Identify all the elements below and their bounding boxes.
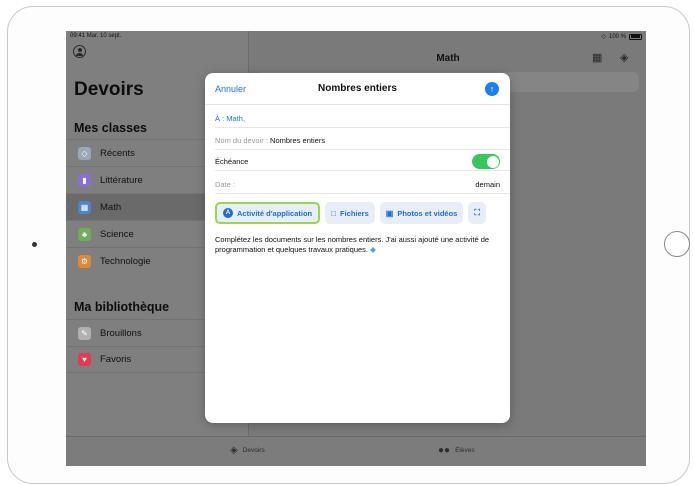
stack-icon: ◈ bbox=[230, 445, 238, 456]
camera-dot bbox=[32, 242, 37, 247]
scan-button[interactable]: ⛶ bbox=[468, 202, 486, 224]
to-value: Math, bbox=[226, 113, 246, 123]
sidebar-item-label: Favoris bbox=[100, 354, 132, 365]
name-value: Nombres entiers bbox=[270, 135, 326, 145]
battery-percent: 100 % bbox=[608, 33, 626, 40]
gem-emoji-icon: ◆ bbox=[370, 245, 376, 254]
modal-title: Nombres entiers bbox=[318, 83, 397, 94]
tab-label: Devoirs bbox=[242, 447, 265, 454]
gear-icon: ⚙ bbox=[78, 254, 91, 268]
stack-icon: ◇ bbox=[78, 146, 91, 160]
chip-label: Fichiers bbox=[339, 208, 369, 218]
send-button[interactable]: ↑ bbox=[485, 82, 499, 96]
tab-eleves[interactable]: ●● Élèves bbox=[438, 445, 475, 456]
sidebar-item-label: Récents bbox=[100, 147, 135, 159]
plant-icon: ♣ bbox=[78, 227, 91, 241]
draft-icon: ✎ bbox=[78, 326, 91, 340]
date-value: demain bbox=[475, 179, 500, 189]
heart-icon: ♥ bbox=[78, 353, 91, 366]
sidebar-title: Devoirs bbox=[74, 79, 144, 100]
instructions-content: Complétez les documents sur les nombres … bbox=[215, 235, 490, 254]
scan-icon: ⛶ bbox=[474, 208, 480, 217]
calculator-icon: ▦ bbox=[78, 200, 91, 214]
sidebar-item-label: Brouillons bbox=[100, 327, 142, 339]
student-view-icon[interactable]: ▦ bbox=[592, 51, 602, 64]
status-date: Mar. 10 sept. bbox=[86, 33, 122, 39]
status-time: 09:41 bbox=[70, 33, 86, 39]
status-bar: 09:41 Mar. 10 sept. ◇ 100 % bbox=[66, 31, 646, 42]
people-icon: ●● bbox=[438, 445, 451, 456]
sidebar-item-label: Science bbox=[100, 228, 134, 240]
assignment-name-field[interactable]: Nom du devoir : Nombres entiers bbox=[215, 131, 510, 150]
to-field[interactable]: À : Math, bbox=[215, 109, 510, 128]
section-classes-title: Mes classes bbox=[74, 121, 147, 135]
due-label: Échéance bbox=[215, 156, 249, 166]
wifi-icon: ◇ bbox=[601, 34, 606, 40]
profile-icon[interactable] bbox=[73, 45, 86, 58]
to-label: À : bbox=[215, 113, 225, 123]
photo-icon: ▣ bbox=[385, 208, 394, 218]
tab-devoirs[interactable]: ◈ Devoirs bbox=[230, 445, 265, 456]
page-title: Math bbox=[436, 53, 460, 64]
new-assignment-modal: Annuler Nombres entiers ↑ À : Math, Nom … bbox=[205, 73, 510, 423]
arrow-up-icon: ↑ bbox=[489, 84, 495, 94]
tab-label: Élèves bbox=[455, 447, 475, 454]
layers-settings-icon[interactable]: ◈ bbox=[620, 51, 628, 64]
photos-videos-button[interactable]: ▣ Photos et vidéos bbox=[379, 202, 464, 224]
battery-icon bbox=[629, 33, 642, 40]
modal-header: Annuler Nombres entiers ↑ bbox=[205, 73, 510, 105]
section-library-title: Ma bibliothèque bbox=[74, 300, 170, 314]
sidebar-item-label: Technologie bbox=[100, 255, 151, 267]
chip-label: Photos et vidéos bbox=[397, 208, 458, 218]
date-label: Date : bbox=[215, 179, 236, 189]
document-icon: □ bbox=[331, 208, 336, 218]
date-field[interactable]: Date : demain bbox=[215, 175, 510, 194]
files-button[interactable]: □ Fichiers bbox=[325, 202, 375, 224]
app-store-icon: A bbox=[223, 208, 233, 218]
app-activity-button[interactable]: A Activité d'application bbox=[215, 202, 321, 224]
sidebar-item-label: Math bbox=[100, 201, 122, 213]
name-label: Nom du devoir : bbox=[215, 135, 268, 145]
home-button[interactable] bbox=[664, 231, 690, 257]
tab-bar: ◈ Devoirs ●● Élèves bbox=[66, 436, 646, 466]
due-row: Échéance bbox=[215, 152, 510, 171]
chip-label: Activité d'application bbox=[237, 208, 313, 218]
due-toggle[interactable] bbox=[472, 154, 500, 169]
book-icon: ▮ bbox=[78, 173, 91, 187]
sidebar-item-label: Littérature bbox=[100, 174, 143, 186]
instructions-text[interactable]: Complétez les documents sur les nombres … bbox=[215, 235, 500, 255]
attachment-chips: A Activité d'application □ Fichiers ▣ Ph… bbox=[215, 202, 510, 224]
